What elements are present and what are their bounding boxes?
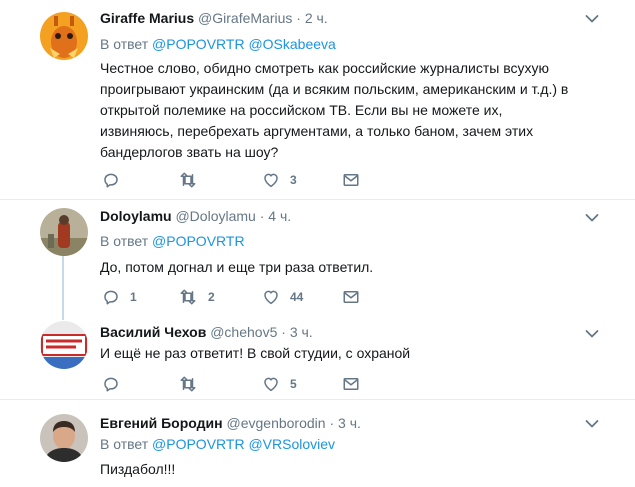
envelope-icon: [342, 171, 360, 189]
reply-button[interactable]: 1: [102, 287, 137, 307]
reply-button[interactable]: [102, 374, 130, 394]
tweet-text: И ещё не раз ответит! В свой студии, с о…: [100, 345, 411, 361]
tweet[interactable]: Doloylamu @Doloylamu · 4 ч. В ответ @POP…: [0, 200, 635, 400]
reply-icon: [102, 288, 120, 306]
tweet-text: Пиздабол!!!: [100, 461, 176, 477]
tweet-text: До, потом догнал и еще три раза ответил.: [100, 259, 374, 275]
thread-connector: [62, 254, 64, 320]
message-button[interactable]: [342, 374, 360, 394]
timestamp[interactable]: 4 ч.: [268, 208, 291, 224]
chevron-down-icon[interactable]: [585, 213, 599, 223]
heart-icon: [262, 288, 280, 306]
retweet-button[interactable]: 2: [178, 287, 215, 307]
reply-prefix: В ответ: [100, 233, 149, 249]
display-name[interactable]: Doloylamu: [100, 208, 172, 224]
avatar[interactable]: [40, 208, 88, 256]
retweet-icon: [178, 171, 198, 189]
heart-icon: [262, 171, 280, 189]
message-button[interactable]: [342, 170, 360, 190]
reply-button[interactable]: [102, 170, 130, 190]
separator: ·: [296, 10, 301, 26]
tweet-header: Евгений Бородин @evgenborodin · 3 ч.: [100, 415, 361, 431]
reply-context: В ответ @POPOVRTR @OSkabeeva: [100, 36, 336, 52]
like-button[interactable]: 3: [262, 170, 297, 190]
reply-context: В ответ @POPOVRTR @VRSoloviev: [100, 436, 335, 452]
reply-count: 1: [130, 290, 137, 304]
reply-context: В ответ @POPOVRTR: [100, 233, 245, 249]
avatar[interactable]: [40, 12, 88, 60]
reply-icon: [102, 171, 120, 189]
avatar[interactable]: [40, 414, 88, 462]
mention-link[interactable]: @VRSoloviev: [248, 436, 335, 452]
display-name[interactable]: Giraffe Marius: [100, 10, 194, 26]
retweet-button[interactable]: [178, 170, 208, 190]
display-name[interactable]: Василий Чехов: [100, 324, 206, 340]
envelope-icon: [342, 375, 360, 393]
user-handle[interactable]: @chehov5: [210, 324, 277, 340]
reply-prefix: В ответ: [100, 436, 149, 452]
envelope-icon: [342, 288, 360, 306]
separator: ·: [259, 208, 265, 224]
reply-prefix: В ответ: [100, 36, 149, 52]
tweet-header: Doloylamu @Doloylamu · 4 ч.: [100, 208, 291, 224]
separator: ·: [281, 324, 286, 340]
tweet-text: Честное слово, обидно смотреть как росси…: [100, 60, 569, 160]
message-button[interactable]: [342, 287, 360, 307]
timestamp[interactable]: 3 ч.: [290, 324, 313, 340]
tweet-header: Giraffe Marius @GirafeMarius · 2 ч.: [100, 10, 328, 26]
like-count: 5: [290, 377, 297, 391]
like-count: 3: [290, 173, 297, 187]
like-button[interactable]: 5: [262, 374, 297, 394]
avatar[interactable]: [40, 321, 88, 369]
heart-icon: [262, 375, 280, 393]
display-name[interactable]: Евгений Бородин: [100, 415, 223, 431]
like-count: 44: [290, 290, 304, 304]
chevron-down-icon[interactable]: [585, 419, 599, 429]
mention-link[interactable]: @POPOVRTR: [152, 436, 245, 452]
retweet-icon: [178, 375, 198, 393]
retweet-icon: [178, 288, 198, 306]
tweet[interactable]: Giraffe Marius @GirafeMarius · 2 ч. В от…: [0, 0, 635, 200]
mention-link[interactable]: @POPOVRTR: [152, 36, 245, 52]
timestamp[interactable]: 2 ч.: [305, 10, 328, 26]
tweet-actions: 1 2 44: [100, 287, 400, 307]
tweet-header: Василий Чехов @chehov5 · 3 ч.: [100, 324, 313, 340]
chevron-down-icon[interactable]: [585, 329, 599, 339]
mention-link[interactable]: @POPOVRTR: [152, 233, 245, 249]
user-handle[interactable]: @Doloylamu: [175, 208, 255, 224]
tweet-actions: 5: [100, 374, 400, 394]
timestamp[interactable]: 3 ч.: [338, 415, 361, 431]
user-handle[interactable]: @evgenborodin: [227, 415, 326, 431]
reply-icon: [102, 375, 120, 393]
mention-link[interactable]: @OSkabeeva: [248, 36, 335, 52]
separator: ·: [329, 415, 335, 431]
retweet-button[interactable]: [178, 374, 208, 394]
chevron-down-icon[interactable]: [585, 14, 599, 24]
tweet-actions: 3: [100, 170, 400, 190]
tweet[interactable]: Евгений Бородин @evgenborodin · 3 ч. В о…: [0, 400, 635, 487]
retweet-count: 2: [208, 290, 215, 304]
like-button[interactable]: 44: [262, 287, 303, 307]
user-handle[interactable]: @GirafeMarius: [198, 10, 292, 26]
